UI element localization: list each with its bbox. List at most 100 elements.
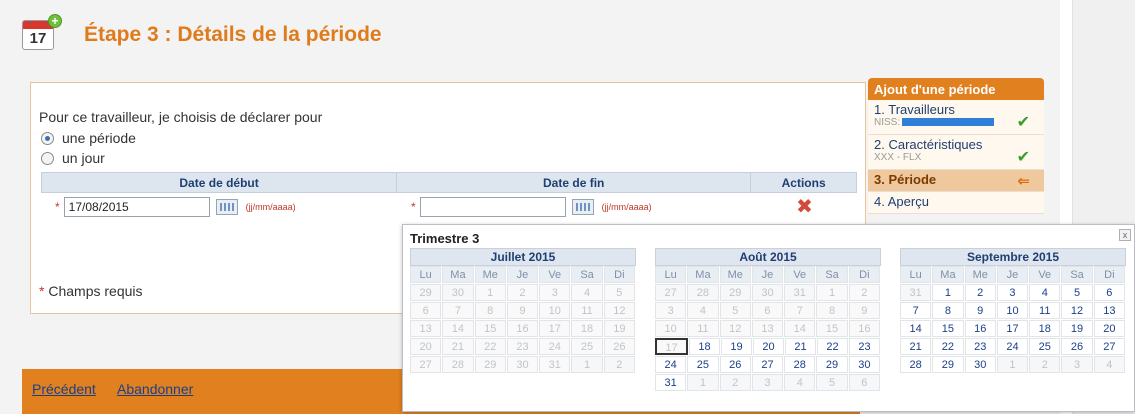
calendar-day[interactable]: 5 (1061, 284, 1093, 301)
end-date-input[interactable] (419, 197, 566, 217)
calendar-day[interactable]: 23 (849, 338, 880, 355)
calendar-day: 16 (506, 320, 539, 337)
calendar-day[interactable]: 30 (848, 356, 880, 373)
calendar-day[interactable]: 6 (1093, 284, 1125, 301)
step-apercu[interactable]: 4. Aperçu (868, 192, 1044, 214)
week-row: 20 21 22 23 24 25 26 (410, 338, 636, 356)
calendar-day[interactable]: 15 (932, 320, 964, 337)
calendar-day: 2 (848, 284, 880, 301)
step-label: Aperçu (887, 194, 929, 209)
calendar-day[interactable]: 21 (785, 338, 816, 355)
start-date-input[interactable] (63, 197, 210, 217)
calendar-day[interactable]: 26 (719, 356, 751, 373)
close-icon[interactable]: x (1119, 229, 1131, 241)
step-label: Caractéristiques (888, 137, 983, 152)
radio-button-checked[interactable] (41, 131, 54, 145)
calendar-day: 16 (848, 320, 880, 337)
calendar-day[interactable]: 27 (1093, 338, 1125, 355)
calendar-day[interactable]: 29 (932, 356, 964, 373)
radio-label: un jour (62, 150, 105, 166)
calendar-day[interactable]: 14 (900, 320, 932, 337)
calendar-day[interactable]: 18 (1029, 320, 1061, 337)
calendar-day[interactable]: 27 (751, 356, 784, 373)
calendar-day[interactable]: 30 (964, 356, 996, 373)
calendar-day[interactable]: 29 (816, 356, 848, 373)
calendar-day[interactable]: 21 (900, 338, 932, 355)
calendar-day[interactable]: 7 (900, 302, 932, 319)
weekday-label: Ma (687, 266, 719, 283)
calendar-day[interactable]: 18 (689, 338, 720, 355)
weekday-label: Sa (816, 266, 848, 283)
calendar-day: 3 (539, 284, 571, 301)
radio-une-periode[interactable]: une période (41, 129, 136, 147)
calendar-day[interactable]: 28 (900, 356, 932, 373)
weekday-label: Ve (1029, 266, 1061, 283)
calendar-day: 12 (719, 320, 751, 337)
calendar-day[interactable]: 20 (1093, 320, 1125, 337)
week-row: 27 28 29 30 31 1 2 (410, 356, 636, 374)
step-caracteristiques[interactable]: 2. Caractéristiques XXX - FLX ✔ (868, 135, 1044, 170)
calendar-day[interactable]: 19 (721, 338, 752, 355)
calendar-day: 2 (603, 356, 635, 373)
page-title: Étape 3 : Détails de la période (84, 23, 382, 46)
calendar-day[interactable]: 28 (784, 356, 816, 373)
calendar-day[interactable]: 11 (1029, 302, 1061, 319)
plus-icon: + (48, 14, 62, 28)
calendar-month: Juillet 2015 Lu Ma Me Je Ve Sa Di 29 30 1 2 3 4 5 6 7 8 9 1… (410, 248, 636, 374)
calendar-day[interactable]: 22 (817, 338, 848, 355)
calendar-day[interactable]: 3 (996, 284, 1029, 301)
calendar-day[interactable]: 4 (1029, 284, 1061, 301)
calendar-day[interactable]: 24 (996, 338, 1029, 355)
calendar-day[interactable]: 12 (1061, 302, 1093, 319)
calendar-day[interactable]: 17 (996, 320, 1029, 337)
end-date-calendar-icon[interactable] (571, 199, 594, 215)
calendar-day[interactable]: 31 (655, 374, 687, 391)
weekday-row: Lu Ma Me Je Ve Sa Di (655, 266, 881, 284)
delete-x-icon[interactable]: ✖ (796, 196, 813, 218)
redacted-niss (902, 118, 995, 127)
calendar-day: 1 (816, 284, 848, 301)
check-icon: ✔ (1016, 149, 1030, 166)
actions-cell: ✖ (752, 197, 857, 217)
calendar-day: 1 (687, 374, 719, 391)
calendar-day: 26 (603, 338, 635, 355)
required-star: * (55, 200, 60, 214)
step-periode[interactable]: 3. Période ⇐ (868, 170, 1044, 192)
calendar-day[interactable]: 2 (964, 284, 996, 301)
calendar-day[interactable]: 25 (687, 356, 719, 373)
previous-link[interactable]: Précédent (32, 381, 96, 397)
calendar-day: 4 (784, 374, 816, 391)
calendar-day[interactable]: 20 (753, 338, 784, 355)
end-date-hint: (jj/mm/aaaa) (601, 202, 652, 212)
calendar-day[interactable]: 16 (964, 320, 996, 337)
radio-button[interactable] (41, 151, 54, 165)
calendar-day[interactable]: 8 (932, 302, 964, 319)
calendar-day[interactable]: 23 (964, 338, 996, 355)
calendar-day[interactable]: 10 (996, 302, 1029, 319)
calendar-day[interactable]: 9 (964, 302, 996, 319)
calendar-day[interactable]: 13 (1093, 302, 1125, 319)
calendar-day: 3 (655, 302, 687, 319)
cancel-link[interactable]: Abandonner (117, 381, 193, 397)
calendar-day: 18 (571, 320, 603, 337)
calendar-day[interactable]: 22 (932, 338, 964, 355)
weekday-label: Di (848, 266, 880, 283)
calendar-day[interactable]: 19 (1061, 320, 1093, 337)
week-row: 14 15 16 17 18 19 20 (900, 320, 1126, 338)
calendar-day: 28 (442, 356, 474, 373)
weekday-label: Sa (1061, 266, 1093, 283)
week-row: 29 30 1 2 3 4 5 (410, 284, 636, 302)
week-row: 7 8 9 10 11 12 13 (900, 302, 1126, 320)
radio-un-jour[interactable]: un jour (41, 149, 105, 167)
calendar-day[interactable]: 24 (655, 356, 687, 373)
week-row: 10 11 12 13 14 15 16 (655, 320, 881, 338)
month-title: Juillet 2015 (410, 248, 636, 266)
calendar-day[interactable]: 1 (932, 284, 964, 301)
start-date-calendar-icon[interactable] (215, 199, 238, 215)
calendar-day[interactable]: 26 (1061, 338, 1093, 355)
calendar-day[interactable]: 25 (1029, 338, 1061, 355)
calendar-day: 6 (848, 374, 880, 391)
month-title: Septembre 2015 (900, 248, 1126, 266)
step-travailleurs[interactable]: 1. Travailleurs NISS: ✔ (868, 100, 1044, 135)
column-header-end: Date de fin (397, 173, 752, 192)
